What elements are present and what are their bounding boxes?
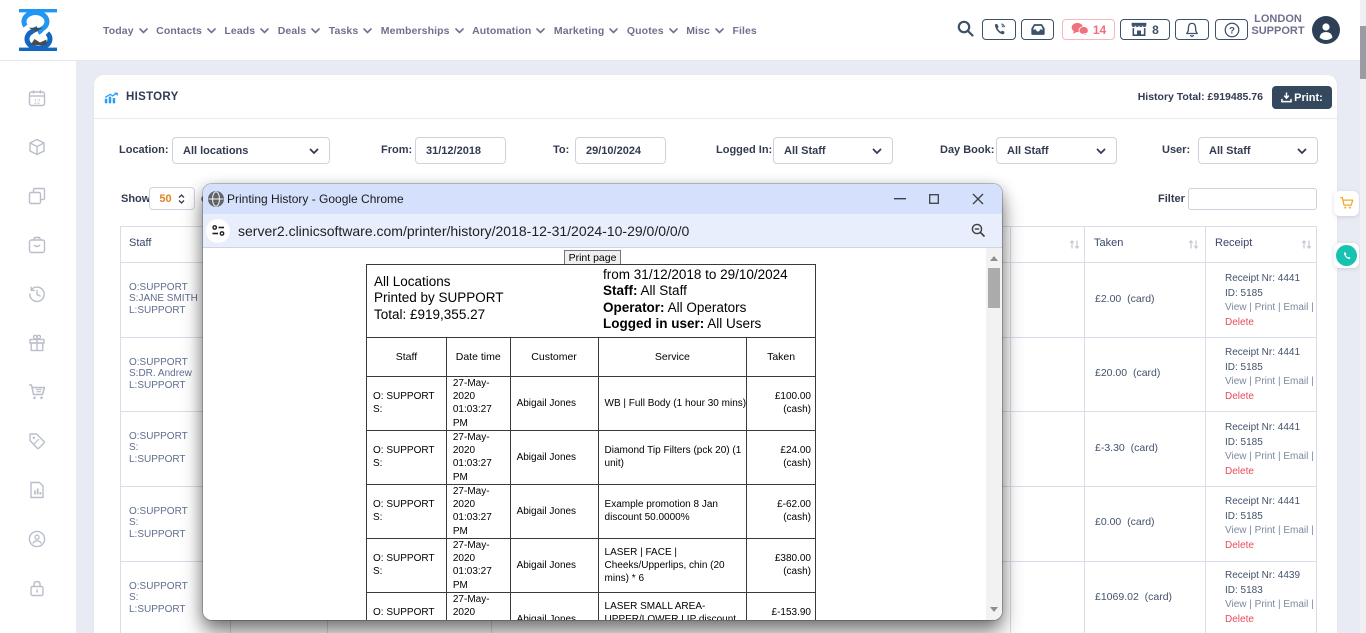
svg-text:12: 12 — [34, 100, 41, 106]
svg-text:?: ? — [1229, 25, 1235, 36]
